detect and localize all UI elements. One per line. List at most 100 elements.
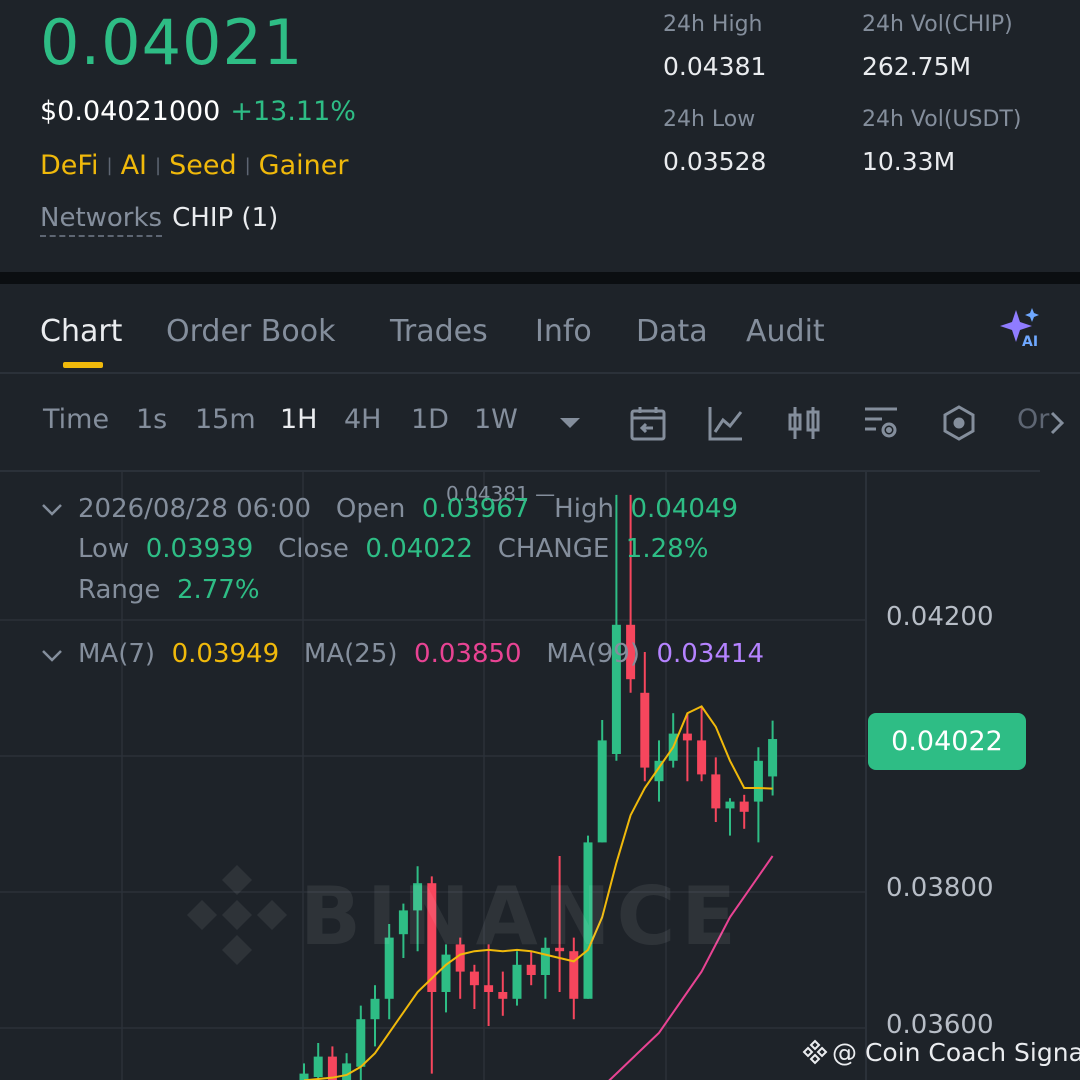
candle[interactable] [469, 964, 479, 1009]
ma7-label: MA(7) [78, 639, 156, 669]
candle[interactable] [725, 798, 735, 836]
candle-body [526, 964, 536, 975]
toolbar-more-label[interactable]: Or [1017, 404, 1049, 435]
interval-1h[interactable]: 1H [280, 404, 317, 435]
watermark-text: BINANCE [300, 870, 742, 963]
candle[interactable] [768, 720, 778, 796]
ma25-value: 0.03850 [414, 639, 522, 669]
y-tick-label: 0.04200 [886, 602, 994, 632]
ohlc-low: 0.03939 [145, 534, 254, 564]
tab-audit[interactable]: Audit [746, 314, 825, 349]
candle-body [768, 739, 778, 777]
ohlc-datetime: 2026/08/28 06:00 [78, 494, 312, 524]
tab-info[interactable]: Info [535, 314, 592, 349]
candle-body [370, 998, 380, 1020]
candle-body [469, 971, 479, 986]
low-24h-value: 0.03528 [663, 147, 767, 176]
ma-legend: MA(7) 0.03949 MA(25) 0.03850 MA(99) 0.03… [78, 639, 764, 669]
candle[interactable] [327, 1046, 337, 1080]
ohlc-open: 0.03967 [421, 494, 530, 524]
interval-time[interactable]: Time [43, 404, 109, 435]
interval-dropdown-icon[interactable] [554, 410, 586, 434]
interval-4h[interactable]: 4H [344, 404, 381, 435]
tab-data[interactable]: Data [636, 314, 708, 349]
candle-body [640, 692, 650, 768]
candle[interactable] [299, 1063, 309, 1080]
high-24h-label: 24h High [663, 12, 763, 37]
chevron-right-icon[interactable] [1046, 404, 1070, 442]
indicator-icon[interactable] [707, 404, 745, 442]
candle[interactable] [682, 713, 692, 782]
candle-body [725, 801, 735, 809]
candle-body [682, 733, 692, 741]
tag-ai[interactable]: AI [121, 150, 147, 181]
candle-body [739, 801, 749, 812]
collapse-ma-icon[interactable] [40, 646, 64, 666]
last-price: 0.04021 [40, 6, 304, 79]
credit-watermark: @ Coin Coach Signals [802, 1038, 1080, 1067]
candle[interactable] [753, 747, 763, 843]
ma99-value: 0.03414 [656, 639, 765, 669]
high-24h-value: 0.04381 [663, 52, 767, 81]
ohlc-range-label: Range [78, 575, 161, 605]
svg-text:AI: AI [1022, 334, 1038, 348]
networks-row[interactable]: Networks CHIP (1) [40, 203, 279, 237]
networks-label: Networks [40, 203, 163, 237]
ticker-header: 0.04021 $0.04021000 +13.11% DeFi | AI | Seed |… [0, 0, 1080, 272]
active-tab-indicator [63, 362, 103, 368]
chart-settings-icon[interactable] [862, 404, 900, 442]
ma7-value: 0.03949 [171, 639, 280, 669]
usd-price-line: $0.04021000 +13.11% [40, 96, 356, 127]
candle-type-icon[interactable] [785, 404, 823, 442]
interval-15m[interactable]: 15m [195, 404, 256, 435]
tab-chart[interactable]: Chart [40, 314, 122, 349]
candle-body [753, 760, 763, 802]
candle[interactable] [313, 1043, 323, 1080]
candle[interactable] [370, 985, 380, 1047]
candle-body [342, 1063, 352, 1080]
candle-body [484, 985, 494, 992]
candle[interactable] [597, 720, 607, 843]
ohlc-row-2: Low 0.03939 Close 0.04022 CHANGE 1.28% [78, 534, 708, 564]
candle-body [597, 740, 607, 843]
ohlc-high: 0.04049 [630, 494, 738, 524]
ma99-label: MA(99) [546, 639, 640, 669]
tag-gainer[interactable]: Gainer [259, 150, 349, 181]
candle[interactable] [711, 757, 721, 822]
binance-watermark-logo [187, 865, 287, 965]
candle[interactable] [640, 652, 650, 782]
tag-defi[interactable]: DeFi [40, 150, 98, 181]
ohlc-close-label: Close [278, 534, 349, 564]
candle[interactable] [697, 706, 707, 782]
candle[interactable] [498, 971, 508, 1016]
ohlc-row-3: Range 2.77% [78, 575, 260, 605]
tab-trades[interactable]: Trades [390, 314, 488, 349]
tab-order-book[interactable]: Order Book [166, 314, 335, 349]
ohlc-row-1: 2026/08/28 06:00 Open 0.03967 High 0.040… [78, 494, 738, 524]
ohlc-low-label: Low [78, 534, 130, 564]
ohlc-high-label: High [554, 494, 614, 524]
tag-separator: | [244, 155, 251, 176]
credit-text: @ Coin Coach Signals [832, 1038, 1080, 1067]
tag-seed[interactable]: Seed [169, 150, 237, 181]
networks-value: CHIP (1) [172, 203, 279, 233]
y-tick-label: 0.03800 [886, 873, 994, 903]
candle[interactable] [739, 794, 749, 829]
y-tick-label: 0.03600 [886, 1010, 994, 1040]
collapse-ohlc-icon[interactable] [40, 500, 64, 520]
interval-1s[interactable]: 1s [136, 404, 167, 435]
candle-body [356, 1019, 366, 1067]
interval-toolbar: Time 1s 15m 1H 4H 1D 1W Or [0, 392, 1080, 452]
change-percent: +13.11% [230, 96, 356, 127]
tag-separator: | [155, 155, 162, 176]
candle-body [512, 964, 522, 999]
main-tabs: Chart Order Book Trades Info Data Audit [0, 300, 1080, 374]
ohlc-range: 2.77% [176, 575, 260, 605]
depth-hexagon-icon[interactable] [940, 404, 978, 442]
ai-sparkle-icon[interactable]: AI [998, 306, 1044, 348]
interval-1w[interactable]: 1W [474, 404, 518, 435]
calendar-icon[interactable] [629, 404, 667, 442]
interval-1d[interactable]: 1D [411, 404, 449, 435]
current-price-tag: 0.04022 [868, 713, 1026, 770]
section-divider [0, 272, 1080, 284]
